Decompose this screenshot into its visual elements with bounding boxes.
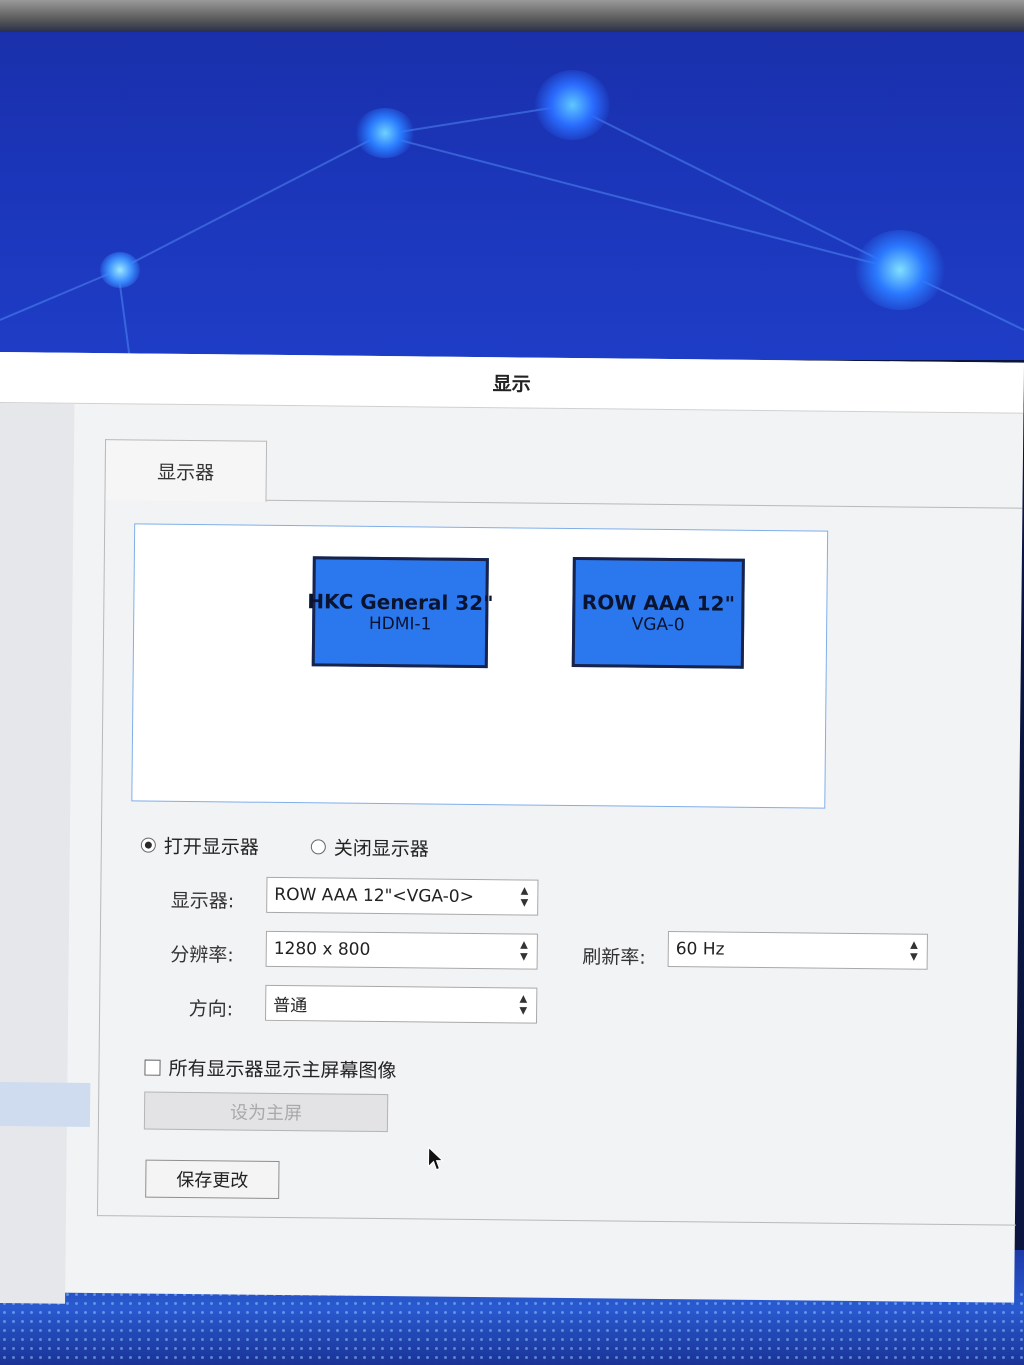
glow-dot [355, 108, 415, 158]
resolution-select[interactable]: 1280 x 800 ▲ ▼ [265, 930, 538, 970]
network-lines [0, 104, 1024, 360]
sidebar-selected-item[interactable] [0, 1081, 91, 1127]
mirror-label: 所有显示器显示主屏幕图像 [168, 1057, 397, 1083]
monitor-name: HKC General 32" [307, 589, 494, 616]
mouse-cursor-icon [427, 1146, 444, 1171]
glow-dot [100, 252, 140, 288]
up-down-arrows-icon: ▲ ▼ [909, 939, 918, 963]
radio-monitor-off[interactable]: 关闭显示器 [310, 833, 429, 861]
up-down-arrows-icon: ▲ ▼ [520, 885, 529, 909]
desktop-wallpaper [0, 0, 1024, 360]
monitor-layout-canvas[interactable]: HKC General 32" HDMI-1 ROW AAA 12" VGA-0 [131, 523, 829, 809]
refresh-rate-select-value: 60 Hz [675, 939, 725, 960]
monitor-select-label: 显示器: [170, 889, 235, 913]
refresh-rate-label: 刷新率: [582, 946, 646, 969]
set-primary-button[interactable]: 设为主屏 [143, 1091, 389, 1133]
display-settings-window: 显示 显示器 HKC General 32" HDMI-1 ROW AAA 12… [0, 352, 1024, 1304]
glow-dot [855, 230, 945, 310]
monitor-select-value: ROW AAA 12"<VGA-0> [274, 884, 475, 907]
mirror-checkbox[interactable] [144, 1059, 161, 1076]
radio-off-indicator[interactable] [310, 839, 326, 855]
mirror-displays-option[interactable]: 所有显示器显示主屏幕图像 [144, 1054, 397, 1084]
monitor-port: VGA-0 [631, 614, 685, 636]
monitor-port: HDMI-1 [368, 613, 432, 635]
tab-monitors[interactable]: 显示器 [104, 439, 268, 502]
up-down-arrows-icon: ▲ ▼ [519, 993, 528, 1017]
radio-monitor-on[interactable]: 打开显示器 [140, 832, 259, 860]
monitor-select[interactable]: ROW AAA 12"<VGA-0> ▲ ▼ [266, 876, 539, 916]
monitor-tile-hkc[interactable]: HKC General 32" HDMI-1 [307, 556, 494, 669]
radio-off-label: 关闭显示器 [333, 837, 429, 861]
tab-label: 显示器 [157, 461, 215, 484]
orientation-label: 方向: [188, 998, 234, 1021]
sidebar-strip [0, 402, 75, 1304]
radio-on-label: 打开显示器 [163, 835, 259, 859]
title-bar[interactable]: 显示 [0, 352, 1024, 414]
refresh-rate-select[interactable]: 60 Hz ▲ ▼ [667, 931, 928, 970]
window-title: 显示 [492, 372, 531, 396]
resolution-label: 分辨率: [170, 943, 234, 967]
radio-on-indicator[interactable] [140, 837, 156, 853]
save-changes-button[interactable]: 保存更改 [145, 1159, 280, 1199]
glow-dot [535, 70, 610, 140]
resolution-select-value: 1280 x 800 [273, 938, 371, 960]
up-down-arrows-icon: ▲ ▼ [519, 939, 528, 963]
dot-pattern [0, 1290, 1024, 1365]
monitor-name: ROW AAA 12" [581, 590, 736, 616]
monitor-tile-row[interactable]: ROW AAA 12" VGA-0 [571, 557, 745, 669]
orientation-select-value: 普通 [273, 995, 308, 1016]
orientation-select[interactable]: 普通 ▲ ▼ [265, 984, 538, 1024]
